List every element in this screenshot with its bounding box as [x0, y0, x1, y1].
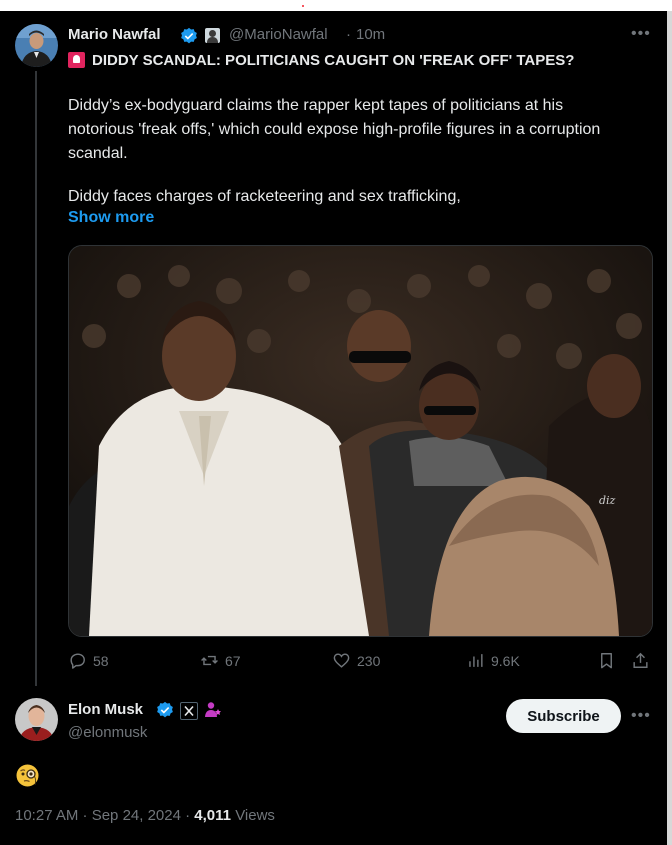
- reply-icon: [70, 653, 85, 669]
- monocle-face-icon: [15, 763, 40, 788]
- subscribe-button[interactable]: Subscribe: [506, 699, 621, 733]
- author-name[interactable]: Mario Nawfal: [68, 26, 161, 43]
- views-count: 9.6K: [491, 652, 520, 669]
- verified-badge-icon: [181, 27, 197, 44]
- reply-meta: 10:27 AM · Sep 24, 2024 · 4,011 Views: [15, 807, 275, 824]
- analytics-icon: [469, 654, 483, 667]
- elon-avatar[interactable]: [15, 698, 58, 741]
- repost-icon: [201, 655, 218, 666]
- reply-author-handle[interactable]: @elonmusk: [68, 724, 147, 741]
- reply-author-name[interactable]: Elon Musk: [68, 701, 143, 718]
- thread-line: [35, 71, 37, 686]
- reply-count: 58: [93, 652, 109, 669]
- siren-icon: [68, 52, 85, 68]
- affiliate-badge-icon[interactable]: [205, 28, 220, 43]
- separator-dot: ·: [346, 26, 351, 43]
- verified-badge-icon: [157, 701, 173, 718]
- tweet-time[interactable]: 10m: [356, 26, 385, 43]
- tweet-actions: 58 67 230 9.6K: [68, 651, 658, 673]
- heart-icon: [333, 653, 350, 668]
- reply-timestamp[interactable]: 10:27 AM · Sep 24, 2024 ·: [15, 807, 190, 824]
- bookmark-icon: [601, 653, 612, 669]
- more-horizontal-icon[interactable]: •••: [631, 707, 651, 725]
- scrollbar[interactable]: [667, 11, 672, 845]
- x-affiliate-icon[interactable]: [180, 702, 198, 720]
- reply-button[interactable]: 58: [68, 651, 109, 670]
- headline-text: DIDDY SCANDAL: POLITICIANS CAUGHT ON 'FR…: [92, 52, 575, 69]
- like-count: 230: [357, 652, 381, 669]
- mario-avatar[interactable]: [15, 24, 58, 67]
- government-person-icon: [203, 700, 222, 719]
- share-icon: [633, 652, 648, 668]
- views-button[interactable]: 9.6K: [466, 651, 520, 670]
- browser-top-strip: [0, 0, 672, 11]
- top-indicator-dot: [302, 5, 304, 7]
- reply-views-count: 4,011: [194, 807, 232, 824]
- tweet-headline: DIDDY SCANDAL: POLITICIANS CAUGHT ON 'FR…: [68, 52, 574, 69]
- share-button[interactable]: [631, 651, 656, 670]
- tweet-paragraph-1: Diddy’s ex-bodyguard claims the rapper k…: [68, 97, 601, 162]
- tweet-paragraph-2: Diddy faces charges of racketeering and …: [68, 188, 461, 205]
- repost-count: 67: [225, 652, 241, 669]
- reply-views-label: Views: [235, 807, 275, 824]
- svg-text:diz: diz: [599, 494, 616, 507]
- more-horizontal-icon[interactable]: •••: [631, 25, 651, 43]
- like-button[interactable]: 230: [332, 651, 380, 670]
- repost-button[interactable]: 67: [200, 651, 241, 670]
- tweet-photo[interactable]: diz: [68, 245, 653, 637]
- author-handle[interactable]: @MarioNawfal: [229, 26, 328, 43]
- show-more-link[interactable]: Show more: [68, 209, 154, 227]
- bookmark-button[interactable]: [597, 651, 622, 670]
